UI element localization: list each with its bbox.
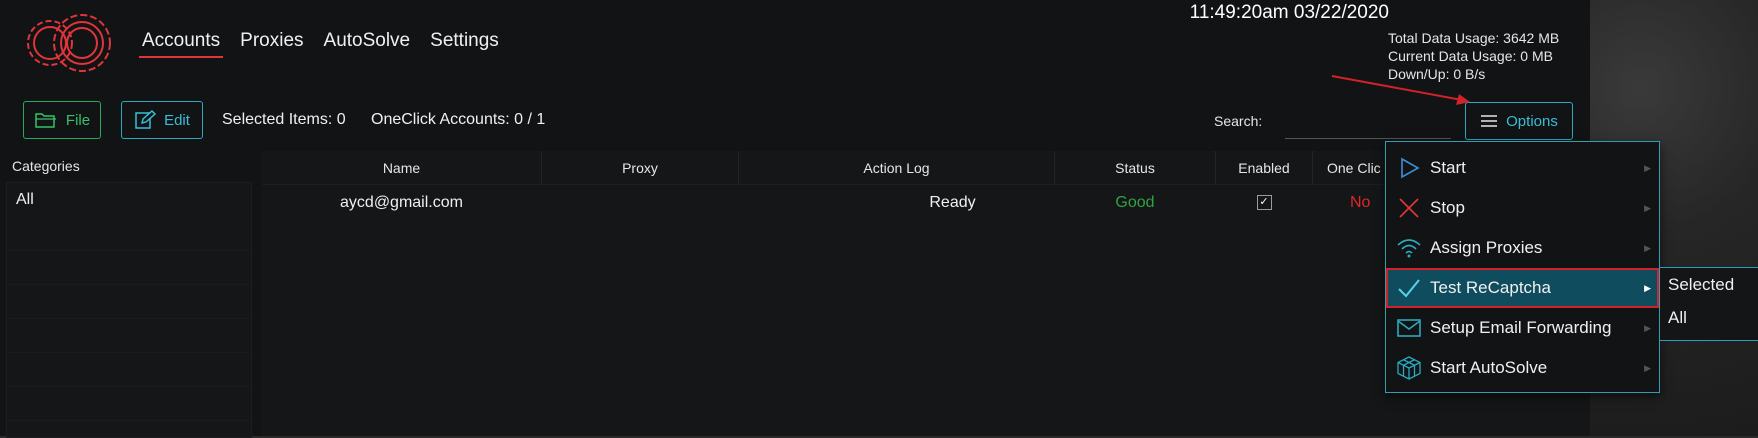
column-header-status[interactable]: Status: [1055, 151, 1216, 184]
category-empty-row: [7, 319, 251, 353]
envelope-icon: [1394, 313, 1424, 343]
submenu-arrow-icon: ▶: [1644, 202, 1651, 213]
datetime: 11:49:20am 03/22/2020: [1189, 2, 1389, 23]
current-data-usage: Current Data Usage: 0 MB: [1388, 48, 1553, 64]
folder-icon: [35, 113, 56, 128]
menu-item-label: Start AutoSolve: [1430, 358, 1548, 377]
category-empty-row: [7, 387, 251, 421]
menu-item-setup-email-forwarding[interactable]: Setup Email Forwarding ▶: [1386, 308, 1659, 348]
play-icon: [1394, 153, 1424, 183]
edit-button[interactable]: Edit: [121, 101, 203, 139]
main-nav: Accounts Proxies AutoSolve Settings: [138, 30, 519, 58]
check-icon: [1394, 273, 1424, 303]
edit-icon: [135, 110, 157, 129]
wifi-icon: [1394, 233, 1424, 263]
menu-item-label: Assign Proxies: [1430, 238, 1543, 257]
menu-item-assign-proxies[interactable]: Assign Proxies ▶: [1386, 228, 1659, 268]
cell-name: aycd@gmail.com: [340, 194, 463, 211]
test-recaptcha-submenu: Selected All: [1659, 267, 1758, 341]
menu-item-label: Start: [1430, 158, 1466, 177]
nav-autosolve[interactable]: AutoSolve: [324, 30, 411, 58]
nav-accounts[interactable]: Accounts: [138, 30, 224, 58]
options-button-label: Options: [1506, 112, 1558, 130]
categories-panel: All: [6, 182, 252, 438]
categories-title: Categories: [12, 158, 80, 174]
cell-enabled: ✓: [1216, 185, 1312, 221]
enabled-checkbox[interactable]: ✓: [1256, 195, 1272, 211]
submenu-item-all[interactable]: All: [1660, 301, 1758, 334]
submenu-arrow-icon: ▶: [1644, 362, 1651, 373]
cube-icon: [1394, 353, 1424, 383]
nav-settings[interactable]: Settings: [430, 30, 499, 58]
selected-items-count: Selected Items: 0: [222, 111, 346, 128]
nav-proxies[interactable]: Proxies: [240, 30, 303, 58]
column-header-name[interactable]: Name: [262, 151, 542, 184]
file-button[interactable]: File: [23, 101, 101, 139]
edit-button-label: Edit: [164, 111, 190, 129]
menu-item-label: Stop: [1430, 198, 1465, 217]
menu-item-label: Setup Email Forwarding: [1430, 318, 1612, 337]
submenu-arrow-icon: ▶: [1644, 322, 1651, 333]
submenu-arrow-icon: ▶: [1644, 162, 1651, 173]
column-header-action-log[interactable]: Action Log: [739, 151, 1055, 184]
category-empty-row: [7, 285, 251, 319]
menu-item-start-autosolve[interactable]: Start AutoSolve ▶: [1386, 348, 1659, 388]
file-button-label: File: [65, 111, 91, 129]
category-empty-row: [7, 251, 251, 285]
category-item-all[interactable]: All: [7, 183, 251, 217]
search-label: Search:: [1214, 113, 1263, 129]
submenu-arrow-icon: ▶: [1644, 242, 1651, 253]
submenu-item-selected[interactable]: Selected: [1660, 268, 1758, 301]
annotation-arrow: [1331, 75, 1470, 105]
column-header-proxy[interactable]: Proxy: [542, 151, 739, 184]
oneclick-accounts-count: OneClick Accounts: 0 / 1: [371, 111, 546, 128]
cell-proxy: [542, 185, 738, 221]
menu-item-test-recaptcha[interactable]: Test ReCaptcha ▶: [1386, 268, 1659, 308]
column-header-enabled[interactable]: Enabled: [1216, 151, 1313, 184]
category-empty-row: [7, 217, 251, 251]
options-button[interactable]: Options: [1465, 102, 1573, 140]
category-empty-row: [7, 353, 251, 387]
menu-item-stop[interactable]: Stop ▶: [1386, 188, 1659, 228]
options-menu: Start ▶ Stop ▶ Assign Proxies ▶ Test ReC…: [1385, 141, 1660, 393]
app-window: Accounts Proxies AutoSolve Settings 11:4…: [0, 0, 1590, 438]
cell-status: Good: [1115, 194, 1155, 211]
menu-item-start[interactable]: Start ▶: [1386, 148, 1659, 188]
hamburger-icon: [1481, 115, 1498, 127]
menu-item-label: Test ReCaptcha: [1430, 278, 1551, 297]
gears-logo-icon: [27, 14, 111, 72]
total-data-usage: Total Data Usage: 3642 MB: [1388, 30, 1560, 46]
x-icon: [1394, 193, 1424, 223]
submenu-arrow-icon: ▶: [1644, 282, 1651, 293]
